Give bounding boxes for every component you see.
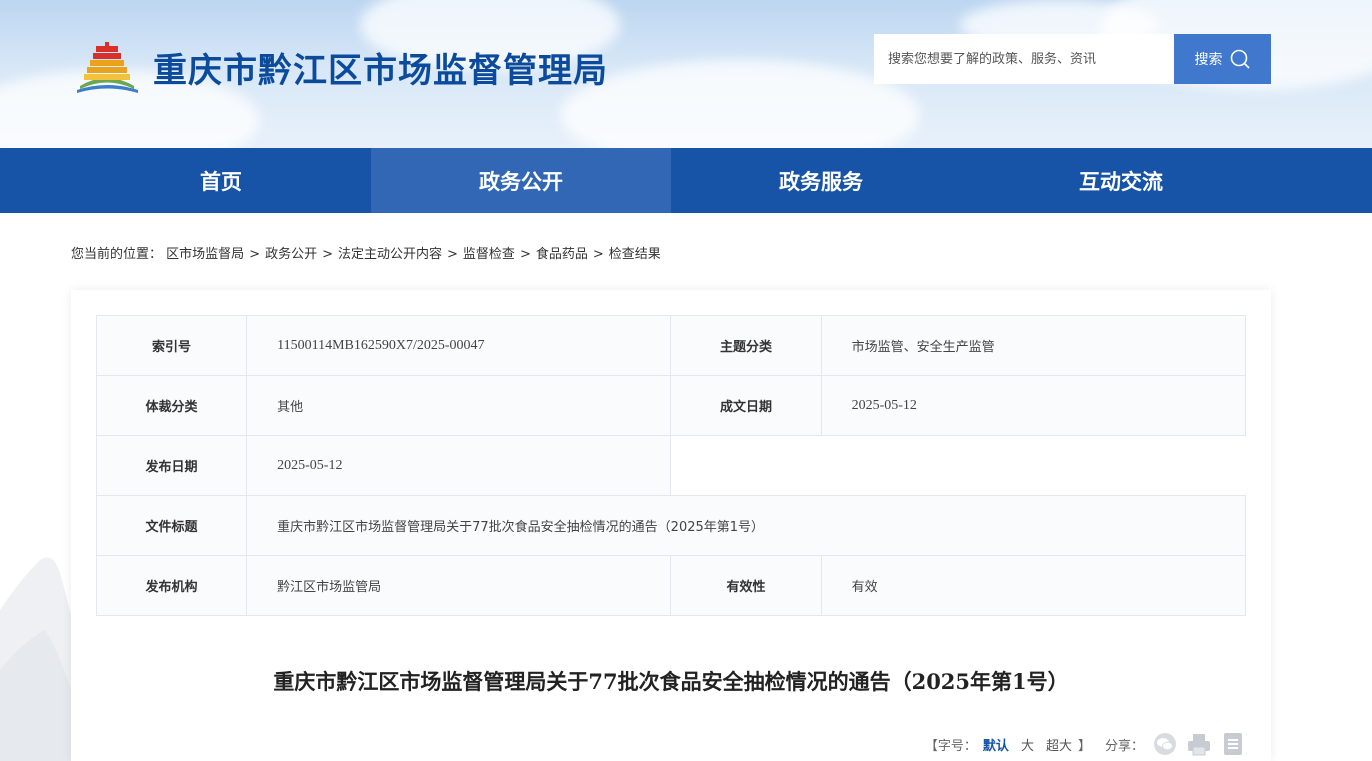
table-row: 索引号 11500114MB162590X7/2025-00047 主题分类 市… [95,315,1247,376]
publish-date-value: 2025-05-12 [246,435,672,496]
document-title-label: 文件标题 [95,495,248,556]
validity-label: 有效性 [670,555,822,616]
breadcrumb-separator: > [322,247,333,262]
document-title-value: 重庆市黔江区市场监督管理局关于77批次食品安全抽检情况的通告（2025年第1号） [246,495,1246,556]
article-toolbar: 【 字号： 默认 大 超大 】 分享： [925,731,1246,757]
publish-date-label: 发布日期 [95,435,248,496]
font-size-label: 字号： [937,738,977,754]
written-date-value: 2025-05-12 [820,375,1247,436]
search-input[interactable] [874,34,1174,84]
genre-label: 体裁分类 [95,375,248,436]
article-panel: 索引号 11500114MB162590X7/2025-00047 主题分类 市… [71,290,1271,761]
nav-item-interaction[interactable]: 互动交流 [971,148,1271,213]
share-label: 分享： [1104,738,1144,754]
print-icon[interactable] [1186,732,1212,756]
topic-value: 市场监管、安全生产监管 [820,315,1247,376]
search-icon [1230,49,1250,69]
genre-value: 其他 [246,375,672,436]
breadcrumb: 您当前的位置： 区市场监督局 > 政务公开 > 法定主动公开内容 > 监督检查 > 食品药品 > 检… [71,243,661,262]
breadcrumb-prefix: 您当前的位置： [71,247,163,262]
emblem-logo [77,42,138,93]
table-row: 体裁分类 其他 成文日期 2025-05-12 [95,375,1247,436]
document-metadata-table: 索引号 11500114MB162590X7/2025-00047 主题分类 市… [95,315,1247,616]
index-number-value: 11500114MB162590X7/2025-00047 [246,315,672,376]
breadcrumb-item[interactable]: 政务公开 [265,247,317,262]
bracket-close: 】 [1077,738,1091,754]
font-size-xlarge-button[interactable]: 超大 [1046,735,1072,754]
breadcrumb-item[interactable]: 检查结果 [609,247,661,262]
breadcrumb-separator: > [592,247,604,262]
issuer-value: 黔江区市场监管局 [246,555,672,616]
breadcrumb-item[interactable]: 区市场监督局 [166,247,244,262]
site-header: 重庆市黔江区市场监督管理局 搜索 [0,0,1372,148]
font-size-default-button[interactable]: 默认 [983,735,1009,754]
issuer-label: 发布机构 [95,555,248,616]
breadcrumb-item[interactable]: 监督检查 [463,247,515,262]
bracket-open: 【 [924,738,938,754]
breadcrumb-separator: > [447,247,458,262]
search-button[interactable]: 搜索 [1174,34,1271,84]
validity-value: 有效 [820,555,1247,616]
wechat-icon[interactable] [1152,732,1178,756]
site-title[interactable]: 重庆市黔江区市场监督管理局 [153,43,608,92]
table-row: 发布机构 黔江区市场监管局 有效性 有效 [95,555,1247,616]
article-title: 重庆市黔江区市场监督管理局关于77批次食品安全抽检情况的通告（2025年第1号） [273,669,1069,694]
written-date-label: 成文日期 [670,375,822,436]
breadcrumb-item[interactable]: 食品药品 [536,247,588,262]
breadcrumb-separator: > [249,247,261,262]
breadcrumb-separator: > [519,247,531,262]
nav-item-gov-services[interactable]: 政务服务 [671,148,971,213]
nav-item-gov-affairs-open[interactable]: 政务公开 [371,148,671,213]
empty-cell [670,435,1246,496]
search-button-label: 搜索 [1194,52,1223,68]
table-row: 文件标题 重庆市黔江区市场监督管理局关于77批次食品安全抽检情况的通告（2025… [95,495,1246,556]
breadcrumb-item[interactable]: 法定主动公开内容 [338,247,442,262]
main-nav: 首页 政务公开 政务服务 互动交流 [0,148,1372,213]
nav-item-home[interactable]: 首页 [71,148,371,213]
index-number-label: 索引号 [95,315,248,376]
topic-label: 主题分类 [670,315,822,376]
font-size-large-button[interactable]: 大 [1021,735,1034,754]
document-icon[interactable] [1220,732,1246,756]
table-row: 发布日期 2025-05-12 [95,435,1246,496]
